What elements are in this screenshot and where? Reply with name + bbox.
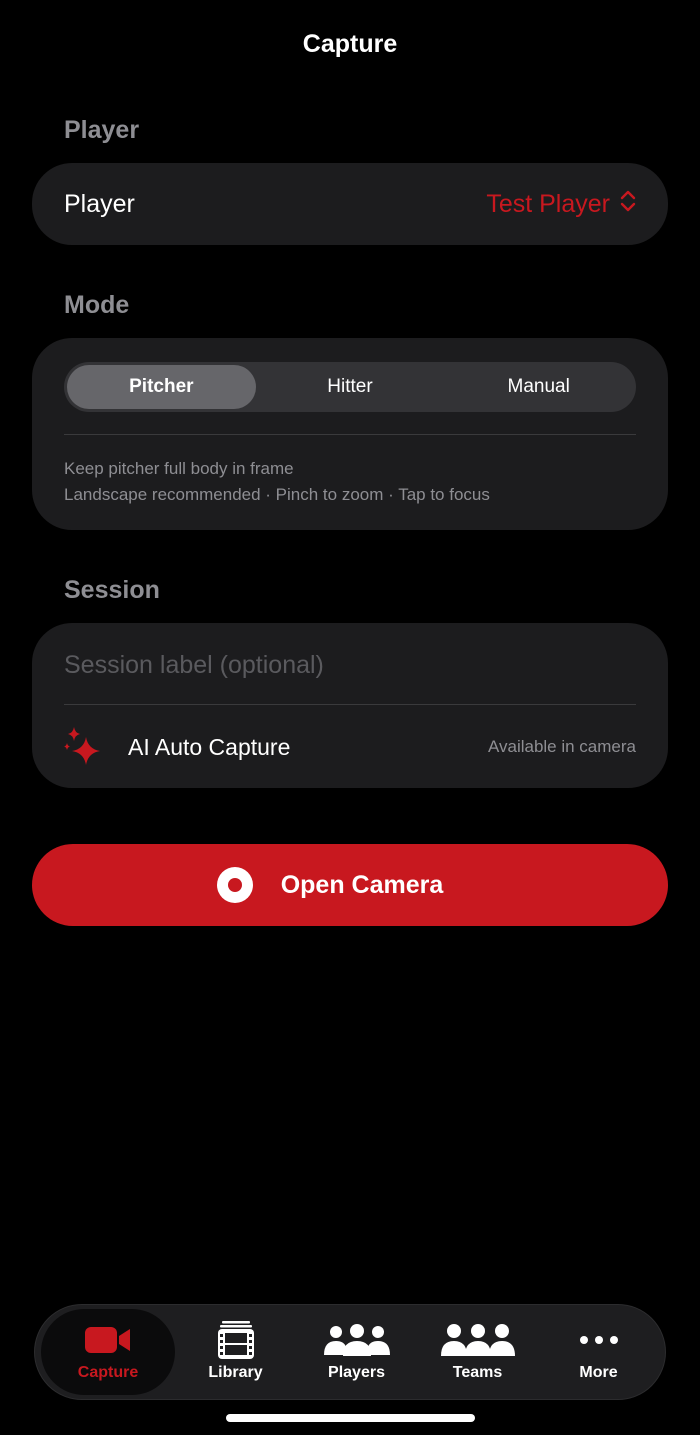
chevron-up-down-icon bbox=[620, 189, 636, 220]
tab-teams[interactable]: Teams bbox=[417, 1309, 538, 1395]
mode-hint-line-1: Keep pitcher full body in frame bbox=[64, 459, 294, 478]
people-icon bbox=[322, 1322, 392, 1358]
player-row[interactable]: Player Test Player bbox=[32, 163, 668, 245]
page-title: Capture bbox=[302, 30, 398, 58]
tab-library[interactable]: Library bbox=[175, 1309, 296, 1395]
player-row-label: Player bbox=[64, 189, 135, 218]
tab-label: More bbox=[579, 1364, 618, 1381]
mode-hint-line-2: Landscape recommended · Pinch to zoom · … bbox=[64, 485, 490, 504]
session-section-header: Session bbox=[64, 576, 160, 604]
open-camera-button[interactable]: Open Camera bbox=[32, 844, 668, 926]
segment-pitcher[interactable]: Pitcher bbox=[67, 365, 256, 409]
segment-manual[interactable]: Manual bbox=[444, 365, 633, 409]
ai-auto-capture-status: Available in camera bbox=[487, 737, 636, 756]
record-icon bbox=[216, 867, 253, 903]
divider bbox=[64, 704, 636, 705]
open-camera-label: Open Camera bbox=[280, 870, 444, 899]
selected-player: Test Player bbox=[486, 189, 610, 218]
segment-hitter[interactable]: Hitter bbox=[256, 365, 445, 409]
session-card: AI Auto Capture Available in camera bbox=[32, 623, 668, 788]
tab-label: Capture bbox=[77, 1364, 139, 1381]
tab-label: Players bbox=[328, 1364, 385, 1381]
player-section-header: Player bbox=[64, 116, 140, 144]
tab-label: Library bbox=[208, 1364, 263, 1381]
people-icon bbox=[440, 1322, 515, 1358]
tab-players[interactable]: Players bbox=[296, 1309, 417, 1395]
ellipsis-icon bbox=[579, 1322, 619, 1358]
mode-segmented-control: Pitcher Hitter Manual bbox=[64, 362, 636, 412]
mode-section-header: Mode bbox=[64, 291, 130, 319]
tab-bar: Capture Library Players Teams More bbox=[34, 1304, 666, 1400]
session-label-input[interactable] bbox=[64, 643, 636, 687]
player-picker[interactable]: Test Player bbox=[486, 189, 636, 220]
divider bbox=[64, 434, 636, 435]
mode-card: Pitcher Hitter Manual Keep pitcher full … bbox=[32, 338, 668, 530]
tab-more[interactable]: More bbox=[538, 1309, 659, 1395]
video-camera-icon bbox=[84, 1322, 132, 1358]
ai-auto-capture-row: AI Auto Capture Available in camera bbox=[64, 723, 636, 771]
tab-label: Teams bbox=[452, 1364, 503, 1381]
film-icon bbox=[216, 1321, 256, 1359]
home-indicator bbox=[226, 1414, 475, 1422]
tab-capture[interactable]: Capture bbox=[41, 1309, 175, 1395]
sparkles-icon bbox=[64, 725, 104, 769]
ai-auto-capture-label: AI Auto Capture bbox=[128, 733, 291, 760]
